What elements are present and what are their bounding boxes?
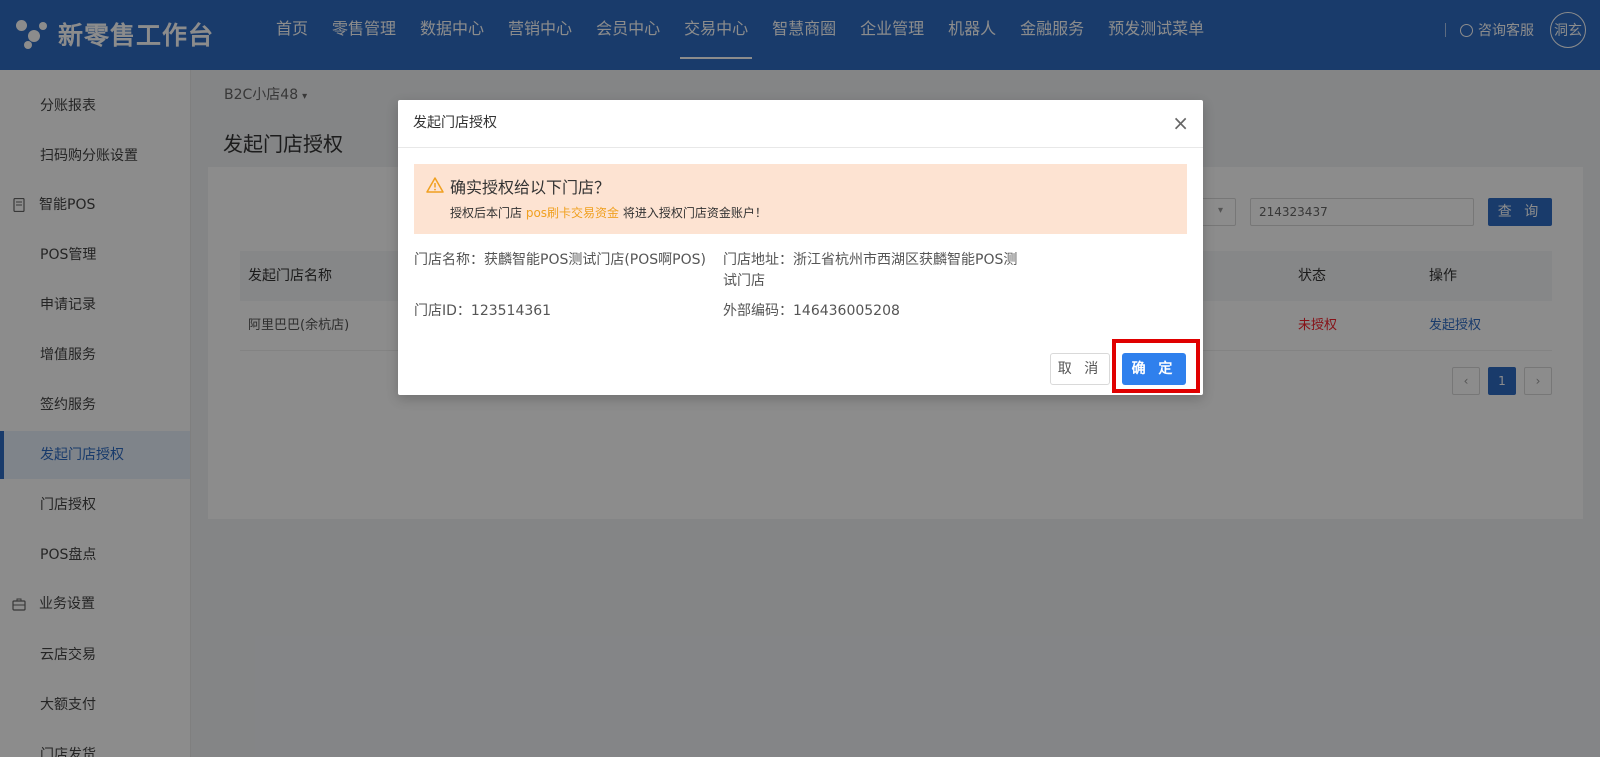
- store-id-field: 门店ID：123514361: [414, 303, 552, 319]
- store-address-line: 试门店: [723, 273, 765, 289]
- warning-alert: 确实授权给以下门店？ 授权后本门店 pos刷卡交易资金 将进入授权门店资金账户！: [414, 164, 1187, 234]
- alert-description: 授权后本门店 pos刷卡交易资金 将进入授权门店资金账户！: [450, 204, 767, 221]
- external-code-field: 外部编码：146436005208: [723, 303, 900, 319]
- annotation-highlight-box: [1112, 339, 1200, 393]
- store-name-field: 门店名称：获麟智能POS测试门店(POS啊POS): [414, 252, 706, 268]
- dialog-header: 发起门店授权 ×: [398, 100, 1203, 148]
- store-address-field: 门店地址：浙江省杭州市西湖区获麟智能POS测 试门店: [723, 250, 1023, 292]
- alert-desc-highlight: pos刷卡交易资金: [525, 206, 620, 220]
- close-icon[interactable]: ×: [1172, 100, 1189, 146]
- warning-icon: [426, 177, 444, 193]
- cancel-button[interactable]: 取 消: [1050, 353, 1110, 385]
- store-address-line: 门店地址：浙江省杭州市西湖区获麟智能POS测: [723, 252, 1018, 268]
- dialog-title: 发起门店授权: [413, 115, 497, 131]
- alert-desc-suffix: 将进入授权门店资金账户！: [622, 206, 767, 220]
- alert-title: 确实授权给以下门店？: [450, 178, 611, 197]
- authorize-store-dialog: 发起门店授权 × 确实授权给以下门店？ 授权后本门店 pos刷卡交易资金 将进入…: [398, 100, 1203, 395]
- alert-desc-prefix: 授权后本门店: [450, 206, 523, 220]
